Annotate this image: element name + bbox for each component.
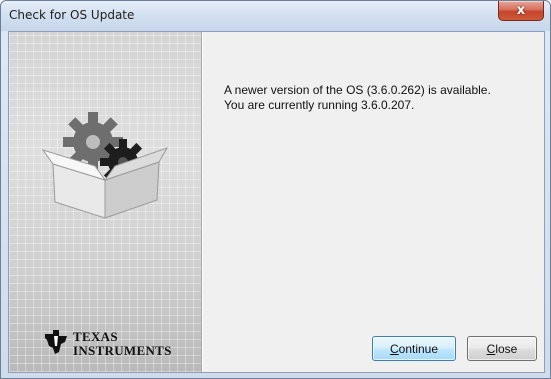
title-bar[interactable]: Check for OS Update x [1, 1, 550, 31]
close-label-rest: lose [495, 341, 518, 356]
dialog-window: Check for OS Update x TEXAS INSTRUMENTS … [0, 0, 551, 379]
close-icon: x [516, 3, 526, 18]
message-line-available: A newer version of the OS (3.6.0.262) is… [224, 83, 491, 97]
update-message: A newer version of the OS (3.6.0.262) is… [224, 83, 544, 113]
dialog-client-area: TEXAS INSTRUMENTS A newer version of the… [8, 31, 545, 373]
continue-label-rest: ontinue [398, 341, 439, 356]
continue-mnemonic: C [389, 341, 399, 356]
window-title: Check for OS Update [9, 8, 135, 22]
message-panel: A newer version of the OS (3.6.0.262) is… [203, 32, 544, 372]
software-box-with-gears-icon [41, 112, 169, 219]
continue-button[interactable]: Continue [372, 336, 456, 361]
texas-instruments-logo: TEXAS INSTRUMENTS [43, 330, 173, 358]
close-mnemonic: C [486, 341, 496, 356]
texas-instruments-logo-icon [45, 330, 67, 354]
close-button[interactable]: Close [467, 336, 537, 361]
logo-text-instruments: INSTRUMENTS [73, 343, 172, 358]
logo-text-texas: TEXAS [73, 329, 118, 344]
branding-panel: TEXAS INSTRUMENTS [9, 32, 202, 372]
texas-instruments-wordmark: TEXAS INSTRUMENTS [73, 329, 172, 359]
close-window-button[interactable]: x [498, 1, 544, 21]
message-line-current: You are currently running 3.6.0.207. [224, 98, 415, 112]
